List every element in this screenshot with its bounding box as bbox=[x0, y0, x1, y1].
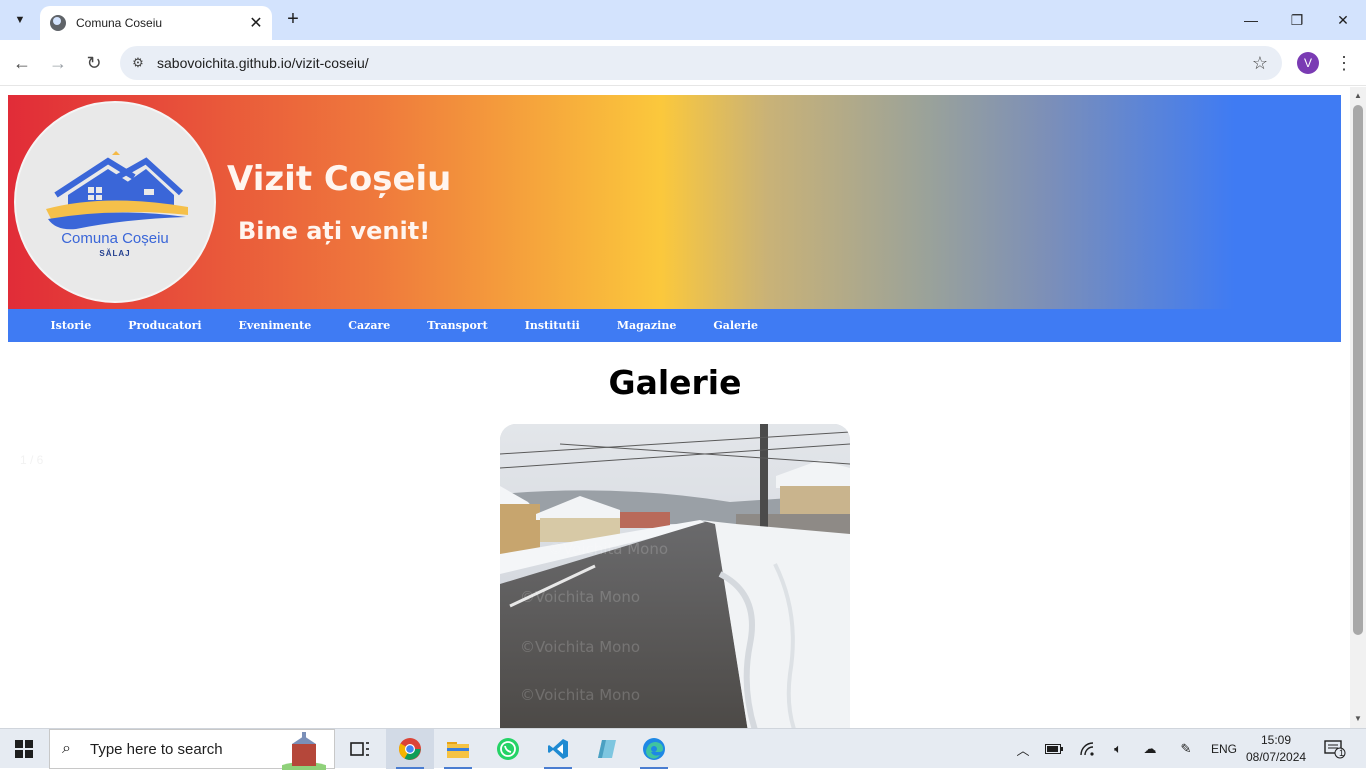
app-taskbar-icon[interactable] bbox=[582, 729, 630, 769]
notifications-icon[interactable]: 1 bbox=[1320, 729, 1350, 769]
url-text[interactable]: sabovoichita.github.io/vizit-coseiu/ bbox=[157, 55, 1246, 71]
new-tab-icon[interactable]: + bbox=[282, 8, 304, 30]
logo-name: Comuna Coșeiu bbox=[61, 230, 169, 247]
browser-tab-bar: ▼ Comuna Coseiu ✕ + — ❐ ✕ bbox=[0, 0, 1366, 40]
watermark: ©Voichita Mono bbox=[548, 540, 669, 558]
browser-toolbar: ← → ↻ ⚙ sabovoichita.github.io/vizit-cos… bbox=[0, 40, 1366, 86]
logo-county: SĂLAJ bbox=[99, 249, 131, 258]
notification-count: 1 bbox=[1339, 748, 1345, 758]
windows-start-icon[interactable] bbox=[8, 737, 40, 761]
tab-search-chevron-icon[interactable]: ▼ bbox=[8, 8, 32, 32]
search-icon: ⌕ bbox=[62, 740, 71, 757]
page-viewport: Comuna Coșeiu SĂLAJ Vizit Coșeiu Bine aț… bbox=[0, 87, 1350, 728]
bookmark-star-icon[interactable]: ☆ bbox=[1246, 49, 1274, 77]
site-settings-icon[interactable]: ⚙ bbox=[128, 53, 148, 73]
site-title: Vizit Coșeiu bbox=[227, 159, 452, 199]
volume-icon[interactable]: 🔈︎ bbox=[1106, 729, 1130, 769]
onedrive-status-icon[interactable]: ☁︎ bbox=[1138, 729, 1162, 769]
scroll-down-arrow-icon[interactable]: ▼ bbox=[1353, 714, 1363, 724]
site-subtitle: Bine ați venit! bbox=[238, 217, 431, 245]
taskbar-clock[interactable]: 15:09 08/07/2024 bbox=[1246, 732, 1306, 766]
vscode-icon[interactable] bbox=[534, 729, 582, 769]
chrome-taskbar-icon[interactable] bbox=[386, 729, 434, 769]
clock-date: 08/07/2024 bbox=[1246, 750, 1307, 764]
browser-tab[interactable]: Comuna Coseiu ✕ bbox=[40, 6, 272, 40]
window-close-icon[interactable]: ✕ bbox=[1320, 0, 1366, 40]
clock-time: 15:09 bbox=[1260, 733, 1292, 747]
nav-link-istorie[interactable]: Istorie bbox=[32, 319, 110, 332]
nav-link-institutii[interactable]: Institutii bbox=[506, 319, 598, 332]
watermark: ©Voichita Mono bbox=[520, 588, 641, 606]
wifi-icon[interactable] bbox=[1076, 729, 1100, 769]
active-app-indicator bbox=[396, 767, 424, 769]
taskbar-search-box[interactable]: ⌕ Type here to search bbox=[49, 729, 335, 770]
search-highlight-icon bbox=[282, 732, 326, 770]
site-header: Comuna Coșeiu SĂLAJ Vizit Coșeiu Bine aț… bbox=[8, 95, 1341, 309]
slide-counter: 1 / 6 bbox=[20, 453, 44, 467]
whatsapp-icon[interactable] bbox=[484, 729, 532, 769]
house-logo-icon bbox=[46, 151, 188, 230]
reload-icon[interactable]: ↻ bbox=[80, 49, 108, 77]
active-app-indicator bbox=[444, 767, 472, 769]
tab-close-icon[interactable]: ✕ bbox=[246, 13, 266, 33]
battery-icon[interactable] bbox=[1042, 729, 1066, 769]
back-arrow-icon[interactable]: ← bbox=[8, 49, 36, 77]
edge-icon[interactable] bbox=[630, 729, 678, 769]
scroll-thumb[interactable] bbox=[1353, 105, 1363, 635]
more-menu-icon[interactable]: ⋮ bbox=[1334, 51, 1354, 75]
nav-link-evenimente[interactable]: Evenimente bbox=[220, 319, 330, 332]
restore-icon[interactable]: ❐ bbox=[1274, 0, 1320, 40]
scroll-up-arrow-icon[interactable]: ▲ bbox=[1353, 91, 1363, 101]
watermark: ©Voichita Mono bbox=[520, 638, 641, 656]
profile-avatar[interactable]: V bbox=[1297, 52, 1319, 74]
show-hidden-icons-chevron-icon[interactable]: ︿ bbox=[1012, 729, 1034, 769]
windows-taskbar: ⌕ Type here to search ︿ 🔈︎ ☁︎ ✎ ENG 15:0… bbox=[0, 728, 1366, 770]
nav-link-producatori[interactable]: Producatori bbox=[110, 319, 220, 332]
nav-link-magazine[interactable]: Magazine bbox=[598, 319, 695, 332]
minimize-icon[interactable]: — bbox=[1228, 0, 1274, 40]
watermark: ©Voichita Mono bbox=[520, 686, 641, 704]
pen-icon[interactable]: ✎ bbox=[1174, 729, 1198, 769]
nav-link-transport[interactable]: Transport bbox=[409, 319, 506, 332]
forward-arrow-icon[interactable]: → bbox=[44, 49, 72, 77]
task-view-icon[interactable] bbox=[336, 729, 384, 769]
snowy-road-photo bbox=[500, 424, 850, 728]
language-indicator[interactable]: ENG bbox=[1206, 729, 1242, 769]
address-bar[interactable]: ⚙ sabovoichita.github.io/vizit-coseiu/ ☆ bbox=[120, 46, 1282, 80]
nav-link-cazare[interactable]: Cazare bbox=[330, 319, 409, 332]
taskbar-search-placeholder: Type here to search bbox=[90, 740, 223, 758]
site-logo[interactable]: Comuna Coșeiu SĂLAJ bbox=[14, 101, 216, 303]
globe-icon bbox=[50, 15, 66, 31]
active-app-indicator bbox=[544, 767, 572, 769]
main-navigation: Istorie Producatori Evenimente Cazare Tr… bbox=[8, 309, 1341, 342]
gallery-heading: Galerie bbox=[608, 363, 742, 402]
nav-link-galerie[interactable]: Galerie bbox=[695, 319, 777, 332]
gallery-slide-image[interactable]: ©Voichita Mono ©Voichita Mono ©Voichita … bbox=[500, 424, 850, 728]
tab-title: Comuna Coseiu bbox=[76, 16, 163, 30]
active-app-indicator bbox=[640, 767, 668, 769]
file-explorer-icon[interactable] bbox=[434, 729, 482, 769]
page-scrollbar[interactable]: ▲ ▼ bbox=[1350, 87, 1366, 728]
